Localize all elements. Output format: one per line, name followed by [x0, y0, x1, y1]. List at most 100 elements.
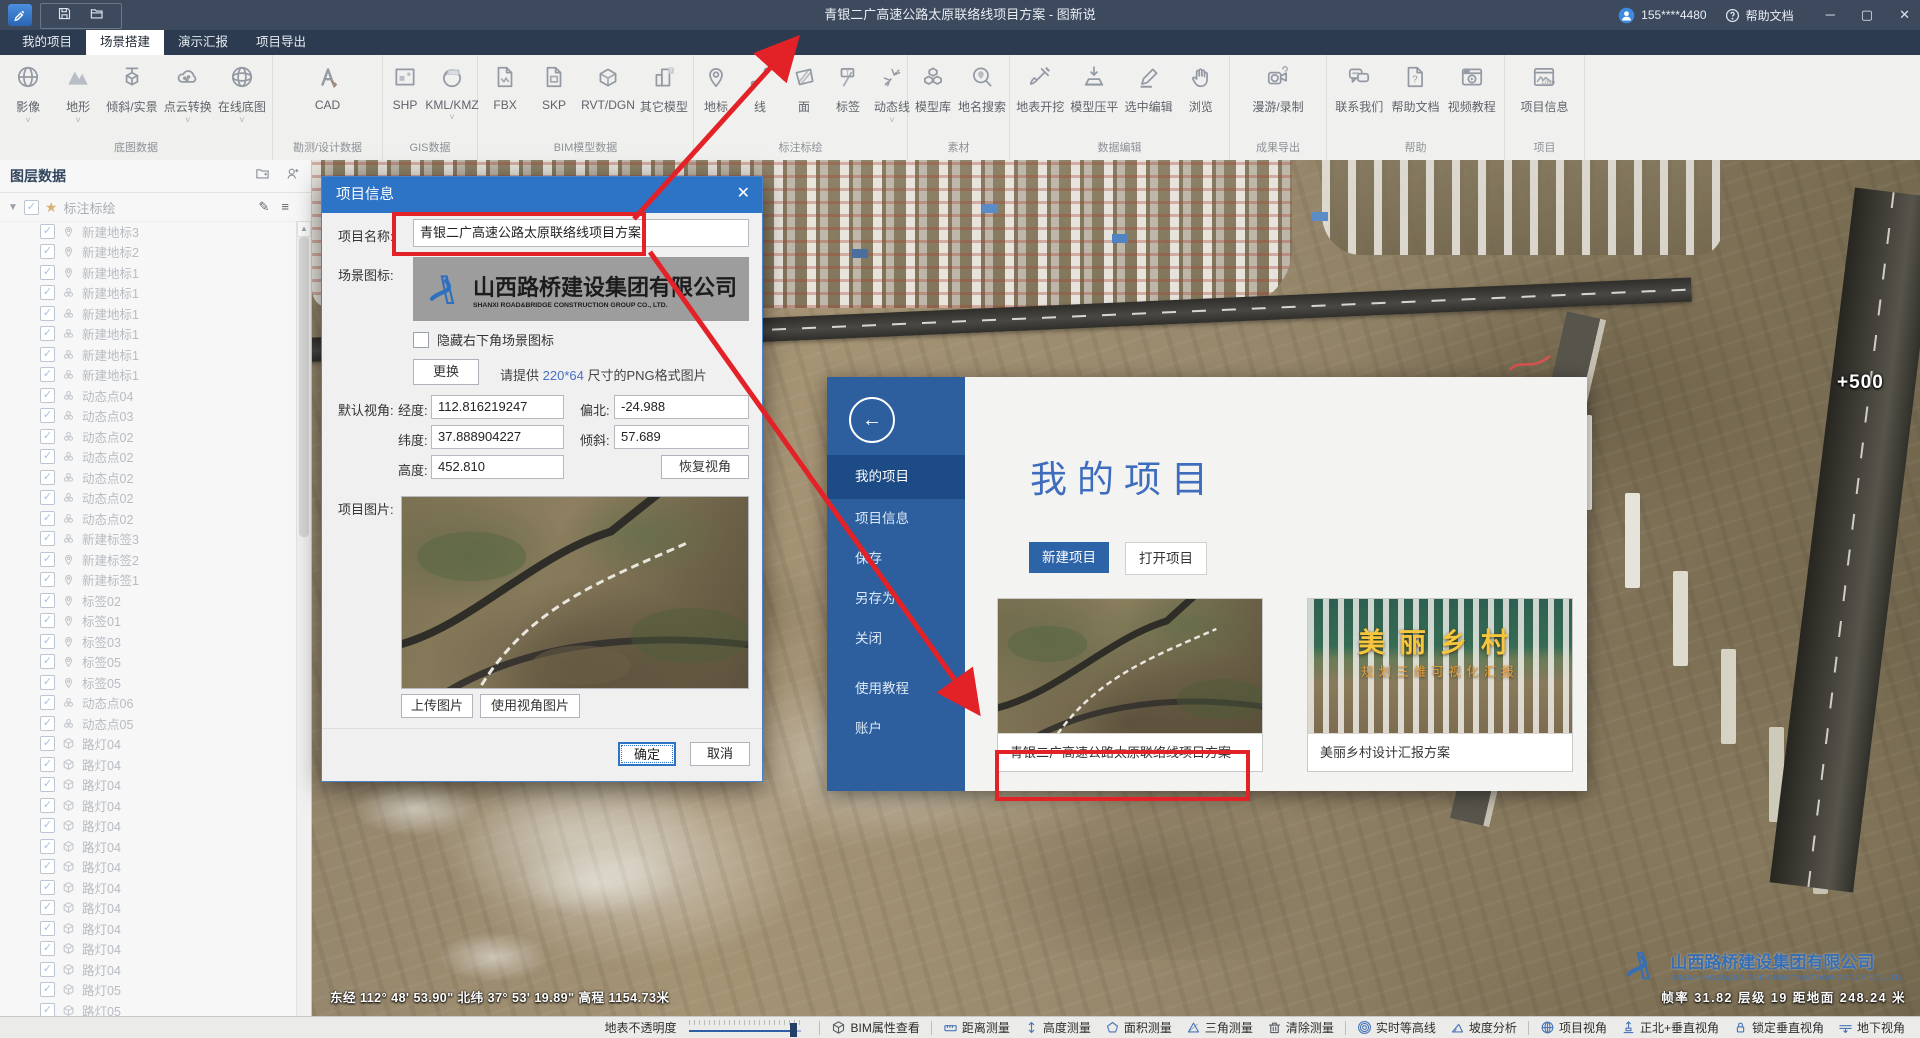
layer-checkbox[interactable]: ✓ [40, 859, 55, 874]
projects-nav-item[interactable]: 另存为 [827, 579, 965, 619]
layer-item[interactable]: ✓路灯05 [0, 1000, 297, 1016]
projects-nav-item[interactable]: 关闭 [827, 619, 965, 659]
layer-checkbox[interactable]: ✓ [40, 982, 55, 997]
tab-1[interactable]: 我的项目 [8, 30, 86, 55]
close-button[interactable]: ✕ [1899, 7, 1910, 23]
layer-checkbox[interactable]: ✓ [40, 511, 55, 526]
restore-view-button[interactable]: 恢复视角 [661, 455, 749, 479]
layer-checkbox[interactable]: ✓ [40, 326, 55, 341]
layer-item[interactable]: ✓标签03 [0, 631, 297, 652]
list-icon[interactable]: ≡ [281, 199, 289, 215]
height-input[interactable]: 452.810 [431, 455, 564, 479]
layer-item[interactable]: ✓路灯04 [0, 734, 297, 755]
ribbon-button-shp[interactable]: SHP [383, 62, 427, 121]
ribbon-button-roam[interactable]: 漫游/录制 [1252, 62, 1303, 124]
slider-handle[interactable] [790, 1023, 797, 1037]
add-marker-icon[interactable] [285, 166, 301, 186]
sidebar-scrollbar[interactable]: ▲ [296, 221, 311, 1016]
projects-nav-item[interactable]: 我的项目 [827, 455, 965, 499]
statusbar-tool-heightm[interactable]: 高度测量 [1024, 1019, 1091, 1036]
layer-checkbox[interactable]: ✓ [40, 695, 55, 710]
layer-checkbox[interactable]: ✓ [40, 572, 55, 587]
tab-3[interactable]: 演示汇报 [164, 30, 242, 55]
project-name-input[interactable]: 青银二广高速公路太原联络线项目方案 [413, 219, 749, 247]
layer-item[interactable]: ✓标签02 [0, 590, 297, 611]
north-input[interactable]: -24.988 [614, 395, 749, 419]
project-card-caption[interactable]: 青银二广高速公路太原联络线项目方案 [998, 733, 1262, 771]
layer-item[interactable]: ✓动态点02 [0, 447, 297, 468]
layer-checkbox[interactable]: ✓ [40, 449, 55, 464]
layer-checkbox[interactable]: ✓ [40, 531, 55, 546]
layer-item[interactable]: ✓动态点02 [0, 467, 297, 488]
layer-item[interactable]: ✓路灯04 [0, 754, 297, 775]
surface-opacity-slider[interactable] [689, 1020, 809, 1036]
ribbon-button-lineic[interactable]: 线 [738, 62, 782, 124]
new-project-button[interactable]: 新建项目 [1029, 542, 1109, 573]
layer-checkbox[interactable]: ✓ [40, 470, 55, 485]
layer-item[interactable]: ✓新建标签2 [0, 549, 297, 570]
ribbon-button-modellib[interactable]: 模型库 [911, 62, 955, 124]
projects-nav-item[interactable]: 使用教程 [827, 669, 965, 709]
layer-checkbox[interactable]: ✓ [40, 941, 55, 956]
layer-item[interactable]: ✓路灯05 [0, 980, 297, 1001]
ribbon-button-shovel[interactable]: 地表开挖 [1016, 62, 1064, 124]
layer-item[interactable]: ✓路灯04 [0, 857, 297, 878]
hide-icon-checkbox[interactable]: 隐藏右下角场景图标 [413, 330, 554, 349]
statusbar-tool-contour[interactable]: 实时等高线 [1357, 1019, 1436, 1036]
layer-item[interactable]: ✓路灯04 [0, 959, 297, 980]
ribbon-button-file2[interactable]: SKP [532, 62, 576, 121]
tab-2[interactable]: 场景搭建 [86, 30, 164, 55]
layer-checkbox[interactable]: ✓ [40, 347, 55, 362]
statusbar-tool-north[interactable]: 正北+垂直视角 [1621, 1019, 1719, 1036]
statusbar-tool-trash[interactable]: 清除测量 [1267, 1019, 1334, 1036]
ribbon-button-tiltbox[interactable]: 倾斜/实景 [106, 62, 157, 124]
projects-nav-item[interactable]: 项目信息 [827, 499, 965, 539]
layer-item[interactable]: ✓标签05 [0, 652, 297, 673]
ribbon-button-cloud[interactable]: 点云转换˅ [164, 62, 212, 124]
project-card[interactable]: 青银二广高速公路太原联络线项目方案 [997, 598, 1263, 772]
tab-4[interactable]: 项目导出 [242, 30, 320, 55]
ribbon-button-flatten[interactable]: 模型压平 [1070, 62, 1118, 124]
layer-item[interactable]: ✓路灯04 [0, 816, 297, 837]
layer-item[interactable]: ✓新建地标1 [0, 324, 297, 345]
layer-checkbox[interactable]: ✓ [40, 757, 55, 772]
ribbon-button-polygon[interactable]: 面 [782, 62, 826, 124]
layer-checkbox[interactable]: ✓ [40, 839, 55, 854]
layer-item[interactable]: ✓动态点02 [0, 508, 297, 529]
layer-item[interactable]: ✓标签01 [0, 611, 297, 632]
tilt-input[interactable]: 57.689 [614, 425, 749, 449]
layer-item[interactable]: ✓动态点04 [0, 385, 297, 406]
layer-checkbox[interactable]: ✓ [40, 818, 55, 833]
layer-checkbox[interactable]: ✓ [40, 306, 55, 321]
replace-button[interactable]: 更换 [413, 359, 479, 385]
layer-checkbox[interactable]: ✓ [40, 736, 55, 751]
layer-checkbox[interactable]: ✓ [40, 265, 55, 280]
layer-item[interactable]: ✓动态点02 [0, 488, 297, 509]
layer-checkbox[interactable]: ✓ [40, 1003, 55, 1016]
ribbon-button-kml[interactable]: KMLKML/KMZ˅ [427, 62, 477, 121]
ribbon-button-video[interactable]: 视频教程 [1448, 62, 1496, 124]
chevron-down-icon[interactable]: ▼ [8, 202, 18, 213]
ok-button[interactable]: 确定 [618, 742, 676, 766]
ribbon-button-othermodel[interactable]: T其它模型 [640, 62, 688, 124]
layer-checkbox[interactable]: ✓ [40, 900, 55, 915]
layer-item[interactable]: ✓动态点02 [0, 426, 297, 447]
ribbon-button-pin[interactable]: 地标 [694, 62, 738, 124]
statusbar-tool-underground[interactable]: 地下视角 [1838, 1019, 1905, 1036]
layer-checkbox[interactable]: ✓ [40, 490, 55, 505]
lat-input[interactable]: 37.888904227 [431, 425, 564, 449]
layer-item[interactable]: ✓新建标签3 [0, 529, 297, 550]
layer-item[interactable]: ✓动态点06 [0, 693, 297, 714]
layer-checkbox[interactable]: ✓ [40, 367, 55, 382]
minimize-button[interactable]: ─ [1826, 7, 1835, 23]
ribbon-button-cad[interactable]: CAD [306, 62, 350, 121]
layer-checkbox[interactable]: ✓ [40, 634, 55, 649]
ribbon-button-projinfo[interactable]: Logo项目信息 [1520, 62, 1568, 124]
ribbon-button-pencil[interactable]: 选中编辑 [1125, 62, 1173, 124]
layer-checkbox[interactable]: ✓ [40, 798, 55, 813]
add-folder-icon[interactable] [254, 166, 271, 186]
layer-checkbox[interactable]: ✓ [40, 716, 55, 731]
maximize-button[interactable]: ▢ [1861, 7, 1873, 23]
ribbon-button-file[interactable]: FBX [483, 62, 527, 121]
layer-item[interactable]: ✓路灯04 [0, 939, 297, 960]
